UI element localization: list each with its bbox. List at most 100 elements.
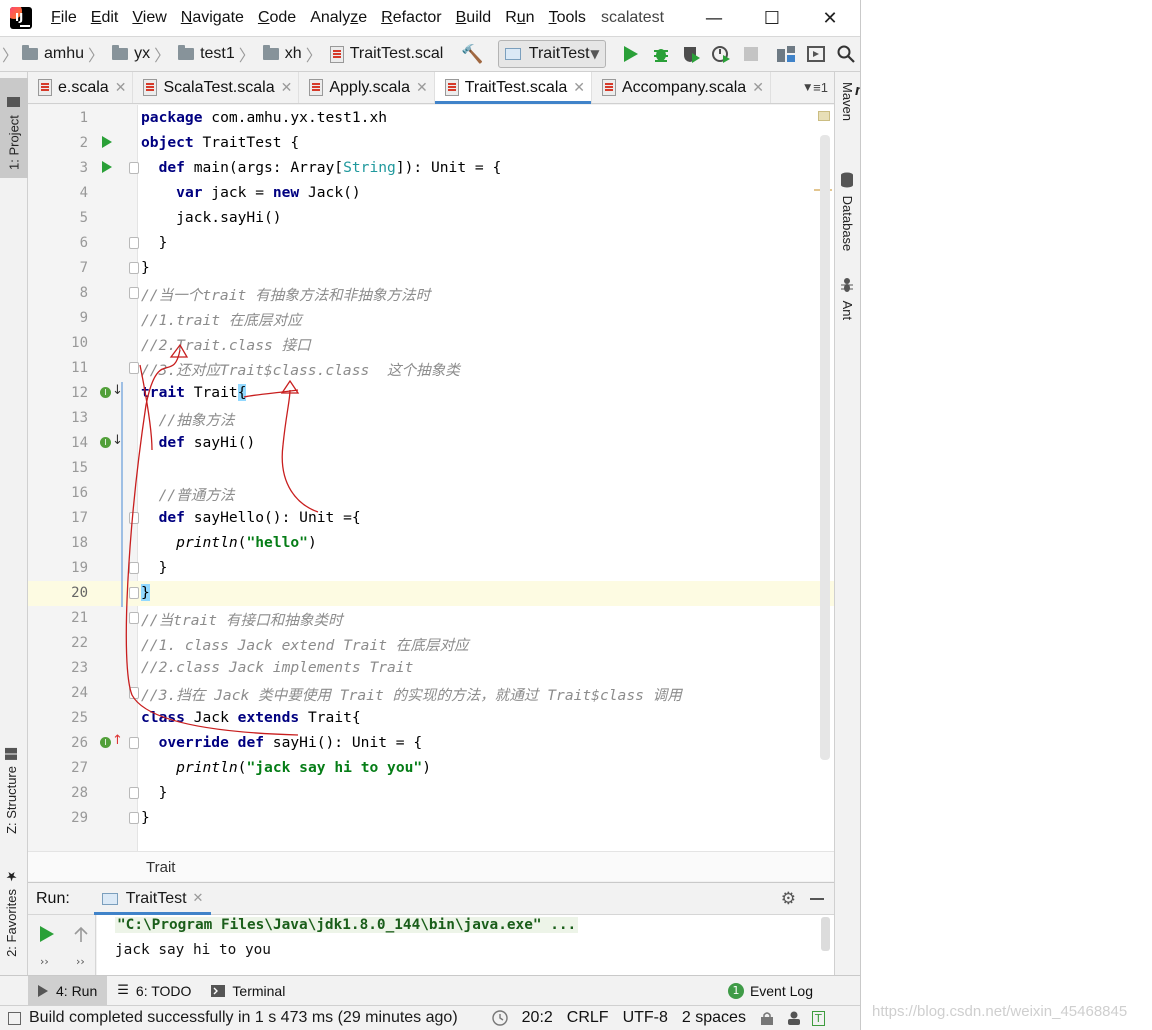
breadcrumb-file[interactable]: TraitTest.scal [329,45,443,63]
code-line[interactable]: 4 var jack = new Jack() [28,181,834,206]
menu-item[interactable]: Refactor [374,9,448,27]
code-line[interactable]: 6 } [28,231,834,256]
menu-item[interactable]: Code [251,9,303,27]
menu-item[interactable]: Build [449,9,499,27]
caret-position[interactable]: 20:2 [522,1009,553,1027]
maven-tool-tab[interactable]: m Maven [840,82,860,121]
editor-tab[interactable]: ScalaTest.scala ✕ [133,72,300,103]
scroll-up-icon[interactable] [74,926,88,942]
menu-item[interactable]: Run [498,9,541,27]
code-line[interactable]: 29} [28,806,834,831]
code-line[interactable]: 24 //3.挡在 Jack 类中要使用 Trait 的实现的方法，就通过 Tra… [28,681,834,706]
code-line[interactable]: 12 I ↓ trait Trait{ [28,381,834,406]
event-log-button[interactable]: 1 Event Log [718,976,823,1006]
line-separator[interactable]: CRLF [567,1009,609,1027]
code-line[interactable]: 27 println("jack say hi to you") [28,756,834,781]
close-icon[interactable]: ✕ [752,80,764,96]
more-actions-icon[interactable]: ›› [76,955,85,968]
fold-toggle-icon[interactable] [129,162,139,174]
code-line[interactable]: 1 package com.amhu.yx.test1.xh [28,106,834,131]
code-line[interactable]: 11 //3.还对应Trait$class.class 这个抽象类 [28,356,834,381]
close-window-button[interactable]: ✕ [801,0,859,36]
code-line[interactable]: 15 [28,456,834,481]
fold-toggle-icon[interactable] [129,237,139,249]
fold-toggle-icon[interactable] [129,587,139,599]
code-line[interactable]: 20} [28,581,834,606]
fold-toggle-icon[interactable] [129,512,139,524]
run-icon[interactable] [616,46,646,62]
code-line[interactable]: 13 //抽象方法 [28,406,834,431]
menu-item[interactable]: File [44,9,84,27]
run-console[interactable]: "C:\Program Files\Java\jdk1.8.0_144\bin\… [97,915,834,975]
toggle-tool-windows-icon[interactable] [8,1011,21,1025]
fold-toggle-icon[interactable] [129,262,139,274]
code-line[interactable]: 22 //1. class Jack extend Trait 在底层对应 [28,631,834,656]
editor-tab[interactable]: Accompany.scala ✕ [592,72,771,103]
close-icon[interactable]: ✕ [193,891,204,906]
minimize-button[interactable]: — [685,0,743,36]
fold-toggle-icon[interactable] [129,287,139,299]
gear-icon[interactable]: ⚙ [781,889,796,909]
debug-icon[interactable] [646,45,676,63]
maximize-button[interactable]: ☐ [743,0,801,36]
close-icon[interactable]: ✕ [281,80,293,96]
file-encoding[interactable]: UTF-8 [623,1009,668,1027]
code-line[interactable]: 18 println("hello") [28,531,834,556]
breadcrumb-folder[interactable]: amhu 〉 [22,42,108,66]
code-line[interactable]: 16 //普通方法 [28,481,834,506]
code-line[interactable]: 7} [28,256,834,281]
code-line[interactable]: 25 class Jack extends Trait{ [28,706,834,731]
fold-toggle-icon[interactable] [129,687,139,699]
close-icon[interactable]: ✕ [115,80,127,96]
lock-icon[interactable] [760,1011,774,1025]
implementation-marker-icon[interactable]: I [100,437,111,448]
implementation-marker-icon[interactable]: I [100,737,111,748]
code-line[interactable]: 9 //1.trait 在底层对应 [28,306,834,331]
run-configuration-select[interactable]: TraitTest ▼ [497,40,607,68]
fold-toggle-icon[interactable] [129,612,139,624]
profile-icon[interactable] [706,45,736,63]
run-anything-icon[interactable] [801,46,831,62]
editor-scrollbar[interactable] [820,135,830,760]
breadcrumb-folder[interactable]: xh 〉 [262,42,326,66]
editor-tab[interactable]: Apply.scala ✕ [299,72,435,103]
close-icon[interactable]: ✕ [573,80,585,96]
code-line[interactable]: 10 //2.Trait.class 接口 [28,331,834,356]
fold-toggle-icon[interactable] [129,737,139,749]
inspection-status-marker[interactable] [818,111,830,121]
code-line[interactable]: 26 I ↑ override def sayHi(): Unit = { [28,731,834,756]
console-scrollbar[interactable] [821,917,830,951]
fold-toggle-icon[interactable] [129,787,139,799]
code-line[interactable]: 2 object TraitTest { [28,131,834,156]
indent-setting[interactable]: 2 spaces [682,1009,746,1027]
gutter-run-icon[interactable] [102,161,112,173]
breadcrumb-folder[interactable]: test1 〉 [178,42,259,66]
console-command-line[interactable]: "C:\Program Files\Java\jdk1.8.0_144\bin\… [115,917,579,933]
code-line[interactable]: 17 def sayHello(): Unit ={ [28,506,834,531]
editor-breadcrumb-item[interactable]: Trait [146,859,175,876]
menu-item[interactable]: Analyze [303,9,374,27]
editor-tab[interactable]: e.scala ✕ [28,72,134,103]
code-line[interactable]: 23 //2.class Jack implements Trait [28,656,834,681]
more-actions-icon[interactable]: ›› [40,955,49,968]
typo-icon[interactable]: T [811,1010,825,1026]
gutter-run-icon[interactable] [102,136,112,148]
code-line[interactable]: 8 //当一个trait 有抽象方法和非抽象方法时 [28,281,834,306]
build-hammer-icon[interactable]: 🔨 [461,44,483,65]
code-line[interactable]: 28 } [28,781,834,806]
stop-icon[interactable] [736,47,766,61]
menu-item[interactable]: Tools [542,9,593,27]
menu-item[interactable]: View [125,9,173,27]
fold-toggle-icon[interactable] [129,562,139,574]
project-tool-tab[interactable]: 1: Project [0,78,28,178]
run-tool-button[interactable]: 4: Run [28,975,108,1006]
terminal-tool-button[interactable]: Terminal [201,976,295,1006]
code-line[interactable]: 5 jack.sayHi() [28,206,834,231]
run-tab-traittest[interactable]: TraitTest ✕ [93,882,212,915]
fold-toggle-icon[interactable] [129,362,139,374]
status-message[interactable]: Build completed successfully in 1 s 473 … [29,1009,458,1027]
editor-tab[interactable]: TraitTest.scala ✕ [434,72,592,104]
code-editor[interactable]: 1 package com.amhu.yx.test1.xh 2 object Tra… [28,105,834,851]
close-icon[interactable]: ✕ [416,80,428,96]
structure-tool-tab[interactable]: Z: Structure [4,748,19,834]
